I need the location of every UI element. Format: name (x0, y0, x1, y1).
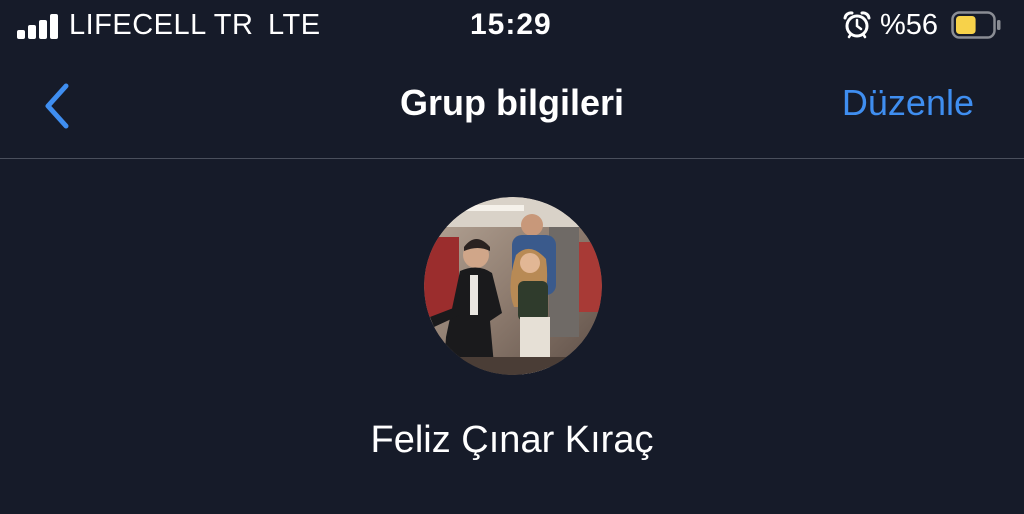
status-time: 15:29 (470, 8, 552, 41)
signal-bars-icon (17, 13, 61, 39)
navigation-bar: Grup bilgileri Düzenle (0, 52, 1024, 159)
group-avatar[interactable] (424, 197, 602, 375)
status-bar: LIFECELL TR LTE 15:29 %56 (0, 0, 1024, 52)
network-type: LTE (268, 9, 321, 41)
group-info-screen: LIFECELL TR LTE 15:29 %56 Grup bilgileri… (0, 0, 1024, 514)
edit-button[interactable]: Düzenle (842, 82, 974, 124)
battery-percentage: %56 (880, 9, 939, 41)
alarm-clock-icon (843, 11, 871, 39)
carrier-name: LIFECELL TR (69, 9, 254, 41)
battery-icon (951, 11, 1001, 39)
group-name: Feliz Çınar Kıraç (370, 419, 654, 461)
